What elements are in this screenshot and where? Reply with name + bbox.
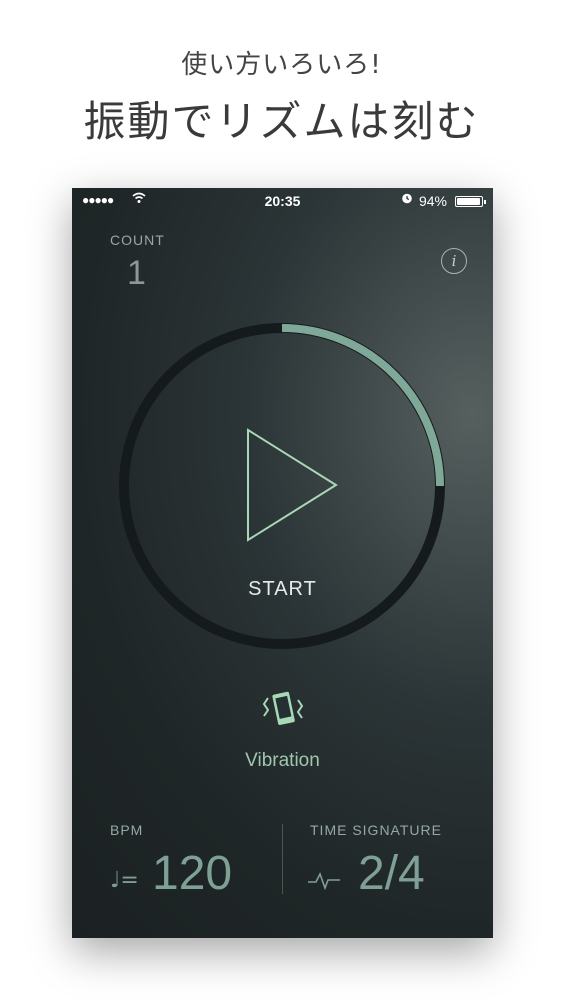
count-value: 1 xyxy=(127,254,146,292)
vibration-label[interactable]: Vibration xyxy=(72,750,493,772)
note-icon: ♩= xyxy=(110,868,139,893)
progress-arc xyxy=(281,324,444,487)
start-label[interactable]: START xyxy=(72,578,493,601)
battery-fill xyxy=(457,198,480,205)
bpm-value[interactable]: 120 xyxy=(152,846,232,901)
panel-divider xyxy=(282,824,283,894)
play-icon[interactable] xyxy=(247,428,338,542)
battery-icon xyxy=(455,196,486,207)
pulse-icon xyxy=(308,870,340,891)
status-bar: ●●●●● 20:35 94% xyxy=(72,188,493,214)
settings-panel: BPM ♩= 120 TIME SIGNATURE 2/4 xyxy=(72,818,493,928)
promo-subtitle: 使い方いろいろ! xyxy=(181,50,382,80)
vibration-phone-icon[interactable] xyxy=(258,688,308,732)
alarm-icon xyxy=(401,192,413,207)
time-signature-label: TIME SIGNATURE xyxy=(310,822,442,838)
phone-screen: ●●●●● 20:35 94% COUNT 1 i START Vibratio… xyxy=(72,188,493,938)
time-signature-value[interactable]: 2/4 xyxy=(358,846,425,901)
bpm-label: BPM xyxy=(110,822,144,838)
info-icon: i xyxy=(451,252,457,270)
count-label: COUNT xyxy=(110,232,165,248)
battery-percentage: 94% xyxy=(418,193,447,209)
info-button[interactable]: i xyxy=(441,248,467,274)
start-dial[interactable] xyxy=(112,316,452,656)
promo-title: 振動でリズムは刻む xyxy=(83,97,480,146)
